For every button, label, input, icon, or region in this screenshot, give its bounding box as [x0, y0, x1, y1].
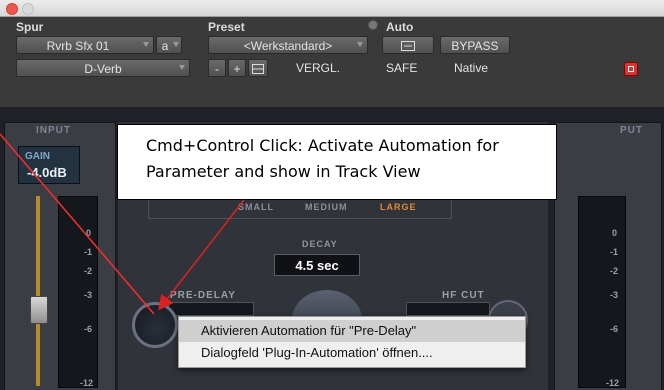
chevron-down-icon — [173, 42, 179, 47]
track-name: Rvrb Sfx 01 — [46, 39, 110, 53]
gain-value: -4.0dB — [27, 165, 67, 180]
track-label: Spur — [16, 20, 44, 34]
bypass-label: BYPASS — [451, 39, 499, 53]
chevron-down-icon — [143, 42, 149, 47]
window-close-button[interactable] — [6, 3, 18, 15]
gain-label: GAIN — [25, 151, 50, 162]
preset-indicator-icon — [368, 20, 378, 30]
output-label: PUT — [620, 125, 643, 136]
plus-label: + — [233, 62, 241, 76]
native-indicator: Native — [454, 61, 489, 75]
gain-fader-handle[interactable] — [30, 296, 48, 324]
context-menu: Aktivieren Automation für "Pre-Delay" Di… — [178, 316, 526, 368]
meter-scale-label: -12 — [606, 378, 620, 388]
channel-selector[interactable]: a — [156, 36, 182, 54]
annotation-line-1: Cmd+Control Click: Activate Automation f… — [146, 136, 499, 155]
meter-scale-label: -2 — [84, 266, 93, 276]
meter-scale-label: -1 — [610, 247, 619, 257]
meter-scale-label: -1 — [84, 247, 93, 257]
plugin-selector[interactable]: D-Verb — [16, 59, 190, 77]
plugin-name: D-Verb — [84, 62, 122, 76]
size-large-button[interactable]: LARGE — [380, 202, 417, 212]
preset-label: Preset — [208, 20, 245, 34]
hfcut-label: HF CUT — [442, 290, 485, 301]
predelay-label: PRE-DELAY — [170, 290, 236, 301]
annotation-callout: Cmd+Control Click: Activate Automation f… — [117, 124, 557, 200]
meter-scale-label: -3 — [610, 290, 619, 300]
annotation-text: Cmd+Control Click: Activate Automation f… — [146, 133, 546, 185]
hfcut-value-display — [406, 302, 490, 316]
meter-scale-label: -6 — [84, 324, 93, 334]
track-channel: a — [161, 39, 169, 53]
minus-label: - — [215, 62, 219, 76]
safe-button[interactable]: SAFE — [386, 59, 417, 77]
input-label: INPUT — [36, 125, 71, 136]
library-icon — [252, 64, 264, 74]
decay-label: DECAY — [302, 239, 338, 249]
meter-scale-label: -3 — [84, 290, 93, 300]
gain-display[interactable]: GAIN -4.0dB — [18, 146, 80, 184]
output-meter — [578, 196, 626, 388]
gain-fader-track — [36, 196, 40, 386]
automation-window-button[interactable] — [382, 36, 434, 54]
meter-scale-label: -12 — [80, 378, 94, 388]
preset-library-button[interactable] — [248, 59, 268, 77]
bypass-button[interactable]: BYPASS — [440, 36, 510, 54]
auto-label: Auto — [386, 20, 414, 34]
size-small-button[interactable]: SMALL — [238, 202, 274, 212]
meter-scale-label: -2 — [610, 266, 619, 276]
preset-value: <Werkstandard> — [243, 39, 333, 53]
preset-previous-button[interactable]: - — [208, 59, 226, 77]
chevron-down-icon — [357, 42, 363, 47]
chevron-down-icon — [179, 65, 185, 70]
size-medium-button[interactable]: MEDIUM — [305, 202, 348, 212]
preset-next-button[interactable]: + — [228, 59, 246, 77]
meter-scale-label: 0 — [86, 228, 92, 238]
automation-icon — [401, 41, 415, 51]
red-indicator-button[interactable] — [624, 62, 638, 76]
predelay-value-display — [168, 302, 254, 316]
compare-button[interactable]: VERGL. — [296, 59, 340, 77]
predelay-knob[interactable] — [132, 302, 178, 348]
meter-scale-label: 0 — [612, 228, 618, 238]
annotation-line-2: Parameter and show in Track View — [146, 162, 421, 181]
track-selector[interactable]: Rvrb Sfx 01 — [16, 36, 154, 54]
preset-selector[interactable]: <Werkstandard> — [208, 36, 368, 54]
meter-scale-label: -6 — [610, 324, 619, 334]
window-minimize-button[interactable] — [22, 3, 34, 15]
menu-item-open-automation-dialog[interactable]: Dialogfeld 'Plug-In-Automation' öffnen..… — [179, 342, 525, 364]
decay-value-display[interactable]: 4.5 sec — [274, 254, 360, 276]
window-titlebar — [0, 0, 664, 17]
menu-item-activate-automation[interactable]: Aktivieren Automation für "Pre-Delay" — [179, 320, 525, 342]
